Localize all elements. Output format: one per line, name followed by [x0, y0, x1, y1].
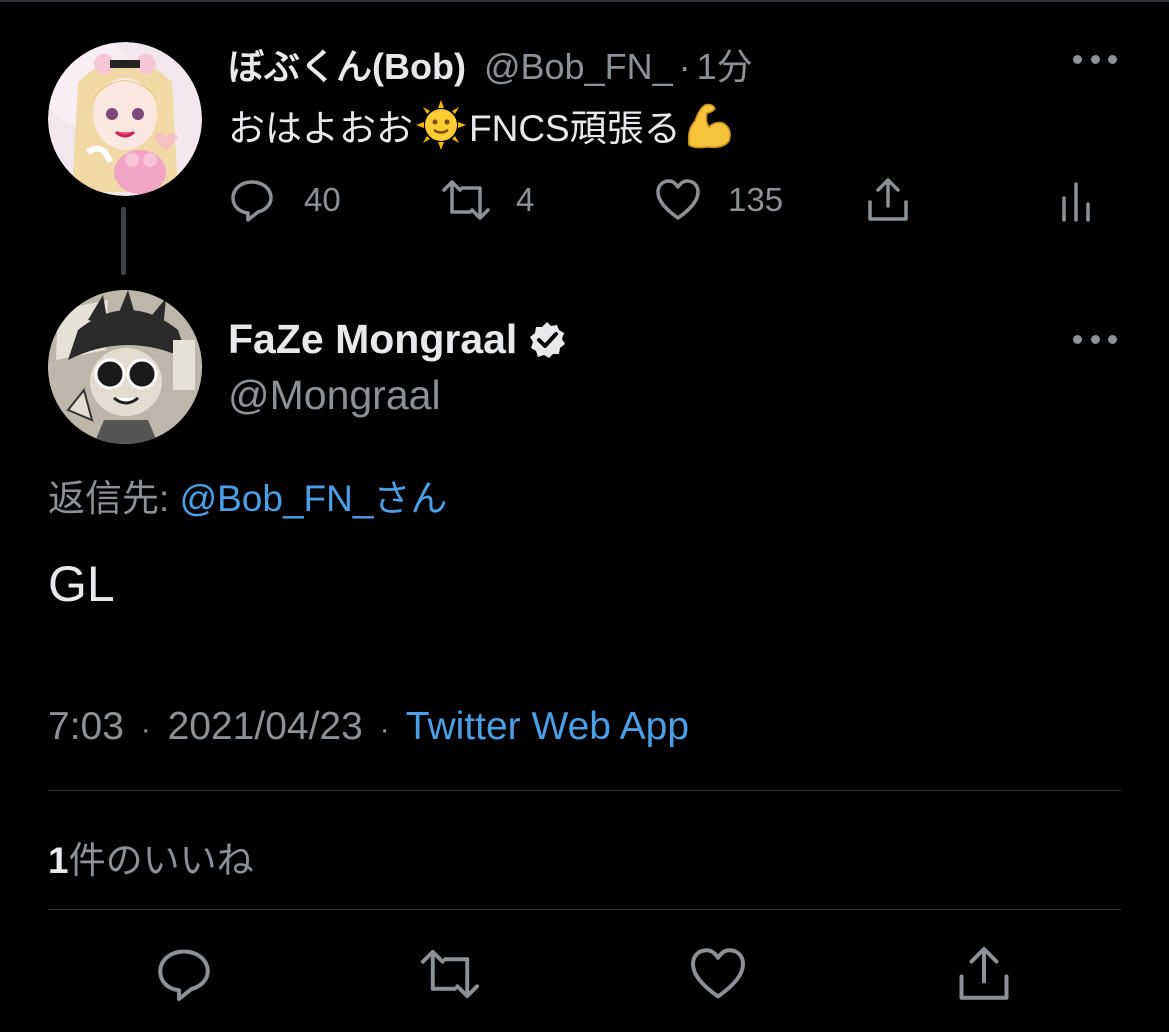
retweet-button[interactable]	[418, 944, 480, 1004]
tweet-time[interactable]: 7:03	[48, 705, 124, 748]
parent-retweet-button[interactable]: 4	[440, 176, 534, 224]
parent-reply-count: 40	[304, 181, 341, 218]
parent-tweet-header: ぼぶくん(Bob) @Bob_FN_ · 1分	[228, 38, 753, 90]
share-icon	[959, 947, 1009, 1000]
reply-handle[interactable]: @Mongraal	[228, 372, 441, 419]
parent-more-options-icon[interactable]	[1073, 52, 1117, 66]
tweet-source-link[interactable]: Twitter Web App	[406, 705, 689, 748]
parent-handle[interactable]: @Bob_FN_	[484, 46, 673, 88]
parent-like-count: 135	[728, 181, 784, 218]
reply-display-name[interactable]: FaZe Mongraal	[228, 316, 517, 363]
reply-to-prefix: 返信先:	[48, 478, 180, 519]
parent-text-part1: おはよおお	[228, 108, 413, 149]
heart-icon	[691, 948, 745, 999]
reply-button[interactable]	[154, 944, 214, 1004]
reply-icon	[158, 949, 210, 1001]
tweet-date[interactable]: 2021/04/23	[168, 705, 363, 748]
top-divider	[0, 0, 1169, 2]
parent-tweet-text: おはよおお FNCS頑張る	[228, 98, 737, 152]
reply-more-options-icon[interactable]	[1073, 332, 1117, 346]
parent-reply-button[interactable]: 40	[228, 176, 341, 224]
share-button[interactable]	[954, 944, 1014, 1004]
avatar-bob[interactable]	[48, 42, 202, 196]
likes-summary[interactable]: 1件のいいね	[48, 830, 254, 884]
retweet-icon	[420, 949, 480, 999]
parent-time-ago[interactable]: 1分	[697, 38, 753, 90]
likes-label: 件のいいね	[68, 840, 254, 881]
parent-retweet-count: 4	[516, 181, 535, 218]
sun-with-face-emoji	[415, 99, 467, 151]
tweet-body: GL	[48, 556, 115, 612]
flexed-biceps-emoji	[683, 99, 735, 151]
reply-icon	[231, 180, 273, 222]
parent-share-button[interactable]	[864, 176, 912, 224]
divider-meta	[48, 790, 1121, 791]
retweet-icon	[442, 180, 490, 220]
reply-header: FaZe Mongraal	[228, 316, 567, 363]
verified-badge-icon	[527, 320, 567, 360]
reply-to-handle-link[interactable]: @Bob_FN_さん	[180, 478, 448, 519]
parent-analytics-button[interactable]	[1056, 176, 1096, 224]
analytics-icon	[1062, 182, 1090, 222]
thread-connector	[121, 207, 126, 275]
reply-to-line: 返信先: @Bob_FN_さん	[48, 468, 447, 522]
avatar-mongraal[interactable]	[48, 290, 202, 444]
parent-like-button[interactable]: 135	[654, 176, 783, 224]
likes-count: 1	[48, 840, 69, 881]
parent-text-part2: FNCS頑張る	[469, 108, 681, 149]
share-icon	[868, 178, 908, 221]
like-button[interactable]	[688, 944, 748, 1004]
heart-icon	[656, 179, 700, 220]
parent-display-name[interactable]: ぼぶくん(Bob)	[228, 38, 466, 90]
meta-separator-2: ·	[379, 713, 390, 746]
tweet-meta: 7:03 · 2021/04/23 · Twitter Web App	[48, 705, 689, 749]
parent-separator: ·	[678, 46, 691, 87]
meta-separator-1: ·	[140, 713, 151, 746]
divider-likes	[48, 909, 1121, 910]
